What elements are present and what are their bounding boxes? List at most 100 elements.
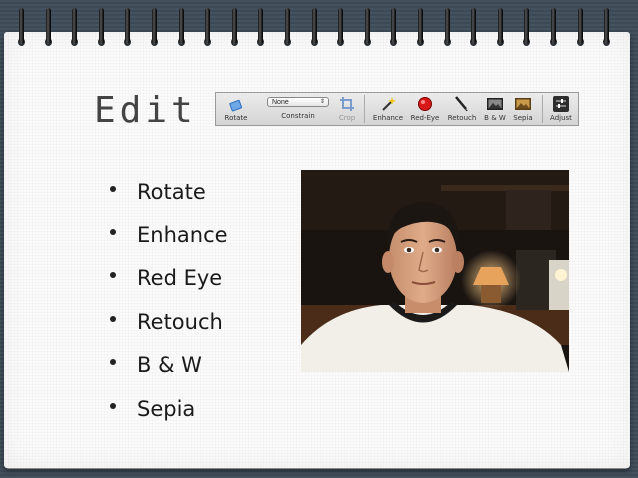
binding-wire [418,8,423,44]
bullet-dot [110,185,116,192]
bullet-dot [110,229,116,236]
binding-wire [604,8,610,44]
select-arrows-icon: ⇕ [319,99,325,105]
constrain-control[interactable]: None ⇕ Constrain [262,93,334,125]
binding-ring [124,8,132,48]
bullet-text: B & W [137,353,202,378]
constrain-select[interactable]: None ⇕ [267,97,329,107]
binding-wire [205,8,211,44]
binding-wire [19,8,24,44]
binding-ring [44,8,52,48]
red-eye-button[interactable]: Red-Eye [408,93,442,125]
binding-wire [364,8,370,44]
enhance-wand-icon [380,96,396,112]
bullet-dot [110,272,116,279]
bullet-dot [110,402,116,409]
red-eye-label: Red-Eye [410,114,440,122]
bullet-text: Enhance [137,223,228,248]
toolbar-separator [542,95,543,123]
bullet-text: Rotate [137,179,206,204]
bullet-dot [110,359,116,366]
bullet-text: Sepia [137,396,196,421]
binding-wire [231,8,237,44]
red-eye-icon [417,96,433,112]
binding-ring [390,8,398,48]
iphoto-edit-toolbar: Rotate None ⇕ Constrain Crop Enhance Red… [215,92,579,126]
binding-ring [257,8,265,48]
bullet-item: B & W [110,344,228,387]
binding-wire [72,8,78,44]
binding-wire [285,8,290,44]
sepia-button[interactable]: Sepia [510,93,536,125]
binding-ring [523,8,531,48]
constrain-label: Constrain [281,112,315,120]
bullet-item: Red Eye [110,257,228,300]
binding-ring [550,8,557,48]
binding-wire [391,8,397,44]
binding-ring [71,8,79,48]
retouch-brush-icon [454,96,470,112]
retouch-button[interactable]: Retouch [444,93,480,125]
binding-ring [177,8,185,48]
constrain-value: None [272,99,289,106]
binding-ring [363,8,371,48]
portrait-photo [301,170,569,372]
binding-wire [152,8,157,44]
binding-ring [443,8,451,48]
binding-ring [284,8,291,48]
enhance-label: Enhance [372,114,404,122]
crop-button[interactable]: Crop [336,93,358,125]
binding-ring [417,8,424,48]
binding-wire [577,8,583,44]
bullet-item: Enhance [110,213,228,256]
bullet-dot [110,315,116,322]
binding-wire [497,8,503,44]
crop-label: Crop [338,114,356,122]
toolbar-separator [364,95,365,123]
rotate-icon [228,96,244,112]
binding-wire [338,8,344,44]
binding-ring [470,8,478,48]
rotate-label: Rotate [224,114,248,122]
binding-ring [576,8,584,48]
rotate-button[interactable]: Rotate [220,93,252,125]
binding-ring [603,8,611,48]
binding-ring [204,8,212,48]
spiral-binding [0,0,638,60]
page-title: Edit [94,90,197,131]
binding-wire [178,8,184,44]
binding-ring [97,8,105,48]
crop-icon [339,96,355,112]
binding-wire [258,8,264,44]
bullet-item: Sepia [110,387,228,430]
binding-wire [125,8,131,44]
binding-wire [98,8,104,44]
bw-photo-icon [487,96,503,112]
binding-wire [444,8,450,44]
binding-ring [310,8,318,48]
bw-label: B & W [484,114,506,122]
bullet-list: Rotate Enhance Red Eye Retouch B & W Sep… [110,170,228,430]
binding-ring [151,8,158,48]
adjust-button[interactable]: Adjust [546,93,576,125]
binding-wire [471,8,477,44]
enhance-button[interactable]: Enhance [370,93,406,125]
binding-wire [551,8,556,44]
bullet-text: Retouch [137,309,223,334]
adjust-sliders-icon [553,96,569,112]
binding-wire [524,8,530,44]
retouch-label: Retouch [447,114,477,122]
binding-ring [496,8,504,48]
bullet-text: Red Eye [137,266,223,291]
sepia-label: Sepia [513,114,533,122]
sepia-photo-icon [515,96,531,112]
bullet-item: Rotate [110,170,228,213]
bullet-item: Retouch [110,300,228,343]
binding-wire [45,8,51,44]
adjust-label: Adjust [550,114,572,122]
binding-ring [337,8,345,48]
bw-button[interactable]: B & W [482,93,508,125]
binding-wire [311,8,317,44]
binding-ring [230,8,238,48]
binding-ring [18,8,25,48]
